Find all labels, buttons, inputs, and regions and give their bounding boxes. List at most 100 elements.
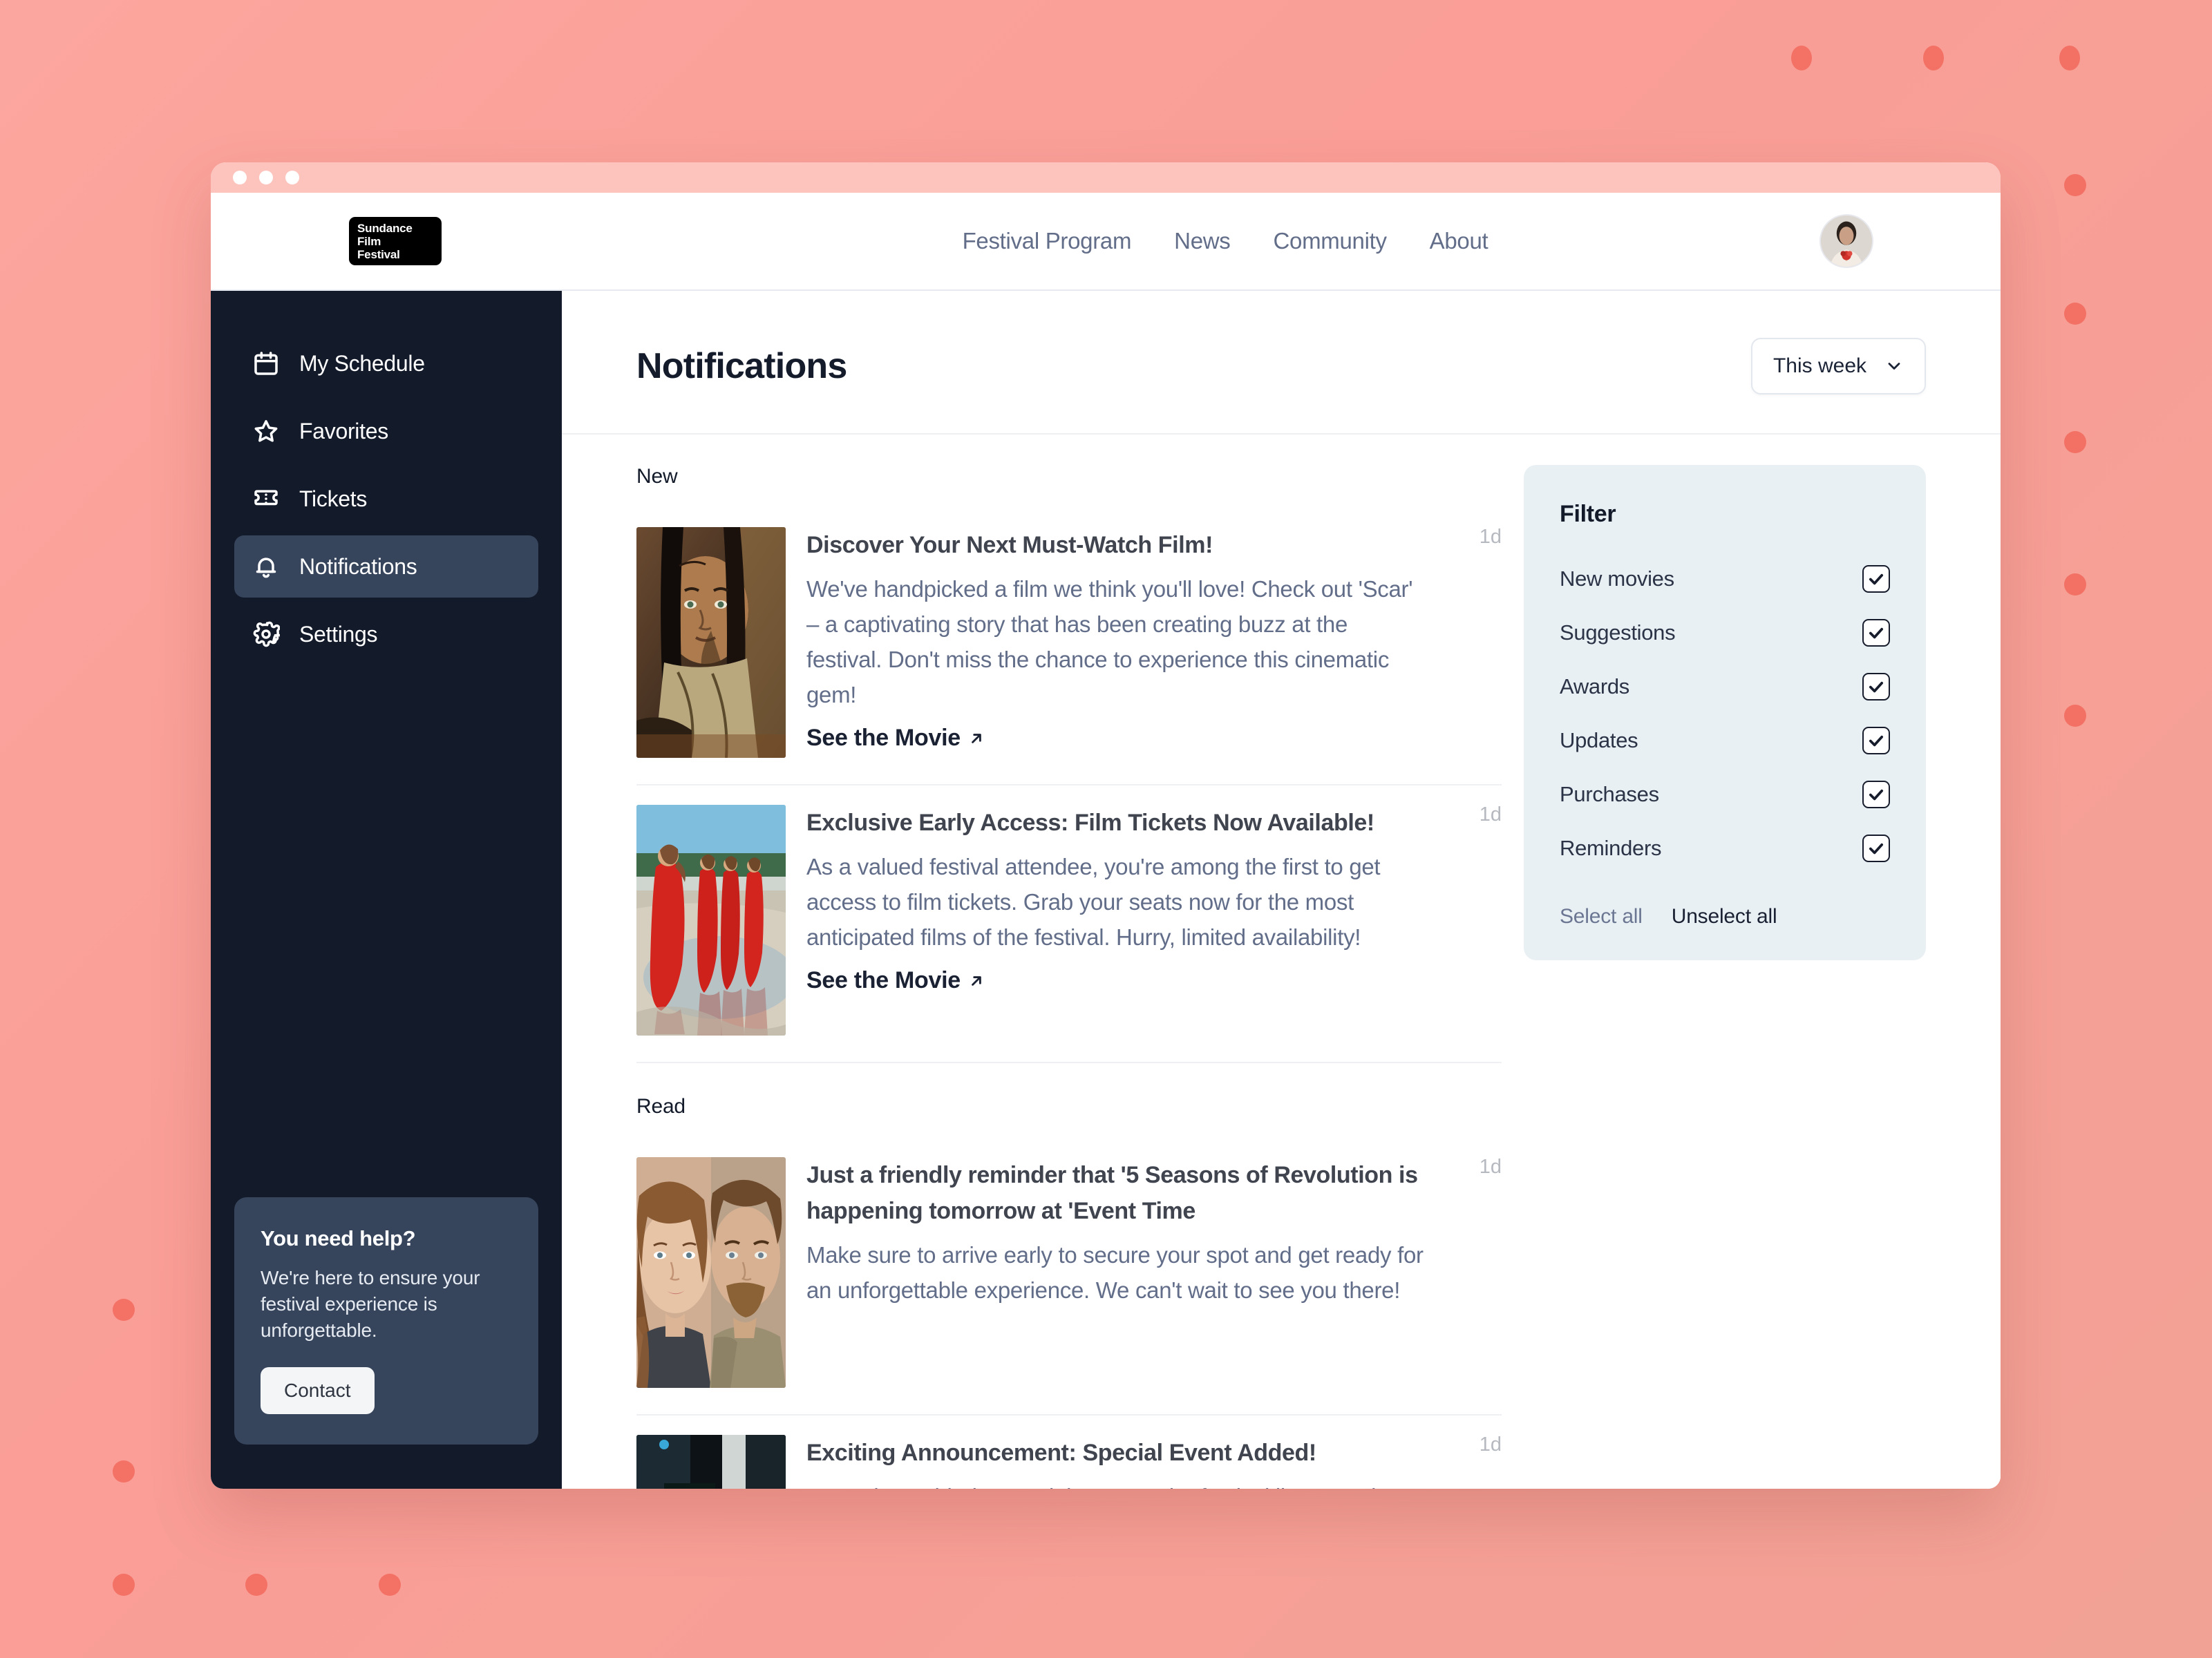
decor-dot bbox=[113, 1299, 135, 1321]
filter-option-reminders[interactable]: Reminders bbox=[1560, 835, 1890, 862]
decor-dot bbox=[113, 1460, 135, 1483]
period-select-value: This week bbox=[1773, 354, 1866, 377]
notification-item[interactable]: Exciting Announcement: Special Event Add… bbox=[636, 1416, 1502, 1489]
window-minimize-dot[interactable] bbox=[259, 171, 273, 184]
nav-item-community[interactable]: Community bbox=[1274, 228, 1387, 254]
decor-dot bbox=[2064, 303, 2086, 325]
contact-button[interactable]: Contact bbox=[261, 1367, 375, 1414]
checkbox-checked-icon[interactable] bbox=[1862, 835, 1890, 862]
content-row: My Schedule Favorites Tickets Notificati… bbox=[211, 291, 2001, 1489]
notification-body: Just a friendly reminder that '5 Seasons… bbox=[806, 1157, 1502, 1388]
arrow-up-right-icon bbox=[972, 733, 981, 743]
sidebar-item-favorites[interactable]: Favorites bbox=[234, 400, 538, 462]
notification-item[interactable]: Discover Your Next Must-Watch Film! We'v… bbox=[636, 508, 1502, 785]
red-dresses-water-image bbox=[636, 805, 786, 1036]
page-body: Sundance Film Festival Festival Program … bbox=[211, 193, 2001, 1489]
logo-line-3: Festival bbox=[357, 247, 400, 261]
notification-thumbnail bbox=[636, 527, 786, 758]
filter-option-suggestions[interactable]: Suggestions bbox=[1560, 619, 1890, 647]
site-header: Sundance Film Festival Festival Program … bbox=[211, 193, 2001, 291]
split-portrait-image bbox=[636, 1157, 786, 1388]
filter-title: Filter bbox=[1560, 501, 1616, 527]
filter-option-new-movies[interactable]: New movies bbox=[1560, 565, 1890, 593]
sidebar-item-settings[interactable]: Settings bbox=[234, 603, 538, 665]
filter-option-label: New movies bbox=[1560, 566, 1674, 591]
arrow-up-right-icon bbox=[972, 975, 981, 986]
checkbox-checked-icon[interactable] bbox=[1862, 619, 1890, 647]
sidebar: My Schedule Favorites Tickets Notificati… bbox=[211, 291, 562, 1489]
see-the-movie-label: See the Movie bbox=[806, 967, 961, 993]
checkbox-checked-icon[interactable] bbox=[1862, 781, 1890, 808]
sidebar-label: Favorites bbox=[299, 418, 388, 444]
filter-option-label: Reminders bbox=[1560, 836, 1662, 860]
checkbox-checked-icon[interactable] bbox=[1862, 673, 1890, 701]
main-navigation: Festival Program News Community About bbox=[921, 228, 1488, 254]
filter-option-awards[interactable]: Awards bbox=[1560, 673, 1890, 701]
sundance-logo[interactable]: Sundance Film Festival bbox=[349, 217, 442, 265]
filter-option-label: Purchases bbox=[1560, 782, 1659, 806]
window-close-dot[interactable] bbox=[233, 171, 247, 184]
chevron-down-icon bbox=[1888, 363, 1900, 370]
select-all-link[interactable]: Select all bbox=[1560, 905, 1643, 928]
help-card-text: We're here to ensure your festival exper… bbox=[261, 1267, 480, 1341]
notification-time: 1d bbox=[1479, 526, 1502, 548]
period-select[interactable]: This week bbox=[1750, 338, 1926, 394]
notification-item[interactable]: Exclusive Early Access: Film Tickets Now… bbox=[636, 785, 1502, 1063]
sidebar-label: Notifications bbox=[299, 553, 417, 579]
decor-dot bbox=[2064, 573, 2086, 595]
calendar-icon bbox=[252, 350, 280, 377]
sidebar-item-my-schedule[interactable]: My Schedule bbox=[234, 332, 538, 394]
see-the-movie-link[interactable]: See the Movie bbox=[806, 725, 985, 752]
filter-option-updates[interactable]: Updates bbox=[1560, 727, 1890, 754]
notification-title: Exciting Announcement: Special Event Add… bbox=[806, 1440, 1316, 1466]
notification-time: 1d bbox=[1479, 1433, 1502, 1456]
filter-option-label: Suggestions bbox=[1560, 620, 1676, 645]
avatar[interactable] bbox=[1819, 214, 1873, 268]
unselect-all-link[interactable]: Unselect all bbox=[1672, 905, 1777, 928]
checkbox-checked-icon[interactable] bbox=[1862, 565, 1890, 593]
nav-item-about[interactable]: About bbox=[1430, 228, 1488, 254]
notification-list: New Discover Your Next Must-Watch Film! … bbox=[636, 435, 1502, 1489]
notification-text: Make sure to arrive early to secure your… bbox=[806, 1242, 1424, 1303]
filter-option-label: Updates bbox=[1560, 728, 1638, 752]
sidebar-item-tickets[interactable]: Tickets bbox=[234, 468, 538, 530]
decor-dot bbox=[2064, 174, 2086, 196]
window-maximize-dot[interactable] bbox=[285, 171, 299, 184]
decor-dot bbox=[2064, 431, 2086, 453]
decor-dot bbox=[113, 1574, 135, 1596]
section-label-read: Read bbox=[636, 1095, 686, 1118]
notification-item[interactable]: Just a friendly reminder that '5 Seasons… bbox=[636, 1138, 1502, 1416]
decor-dot bbox=[379, 1574, 401, 1596]
maori-warrior-portrait-image bbox=[636, 527, 786, 758]
app-root: Sundance Film Festival Festival Program … bbox=[211, 193, 2001, 1489]
notification-text: As a valued festival attendee, you're am… bbox=[806, 854, 1381, 950]
sidebar-item-notifications[interactable]: Notifications bbox=[234, 535, 538, 598]
see-the-movie-label: See the Movie bbox=[806, 725, 961, 751]
nav-item-festival-program[interactable]: Festival Program bbox=[963, 228, 1132, 254]
notification-title: Just a friendly reminder that '5 Seasons… bbox=[806, 1162, 1418, 1224]
see-the-movie-link[interactable]: See the Movie bbox=[806, 967, 985, 994]
notification-time: 1d bbox=[1479, 1156, 1502, 1178]
ticket-icon bbox=[252, 485, 280, 513]
bell-icon bbox=[252, 553, 280, 580]
page-background: Sundance Film Festival Festival Program … bbox=[0, 0, 2212, 1658]
filter-option-label: Awards bbox=[1560, 674, 1630, 698]
notification-thumbnail bbox=[636, 1435, 786, 1489]
nav-item-news[interactable]: News bbox=[1174, 228, 1231, 254]
main-header: Notifications This week bbox=[562, 291, 2001, 435]
checkbox-checked-icon[interactable] bbox=[1862, 727, 1890, 754]
filter-actions: Select all Unselect all bbox=[1560, 905, 1890, 928]
filter-option-purchases[interactable]: Purchases bbox=[1560, 781, 1890, 808]
sidebar-label: Settings bbox=[299, 621, 378, 647]
notification-thumbnail bbox=[636, 1157, 786, 1388]
notification-body: Exclusive Early Access: Film Tickets Now… bbox=[806, 805, 1502, 1036]
decor-dot bbox=[2064, 705, 2086, 727]
notification-thumbnail bbox=[636, 805, 786, 1036]
section-label-new: New bbox=[636, 465, 678, 488]
decor-dot bbox=[245, 1574, 267, 1596]
decor-dot bbox=[1791, 46, 1812, 70]
notification-text: We've just added a special event to the … bbox=[806, 1479, 1426, 1489]
notification-title: Exclusive Early Access: Film Tickets Now… bbox=[806, 810, 1374, 836]
decor-dot bbox=[1923, 46, 1944, 70]
page-title: Notifications bbox=[636, 346, 847, 386]
